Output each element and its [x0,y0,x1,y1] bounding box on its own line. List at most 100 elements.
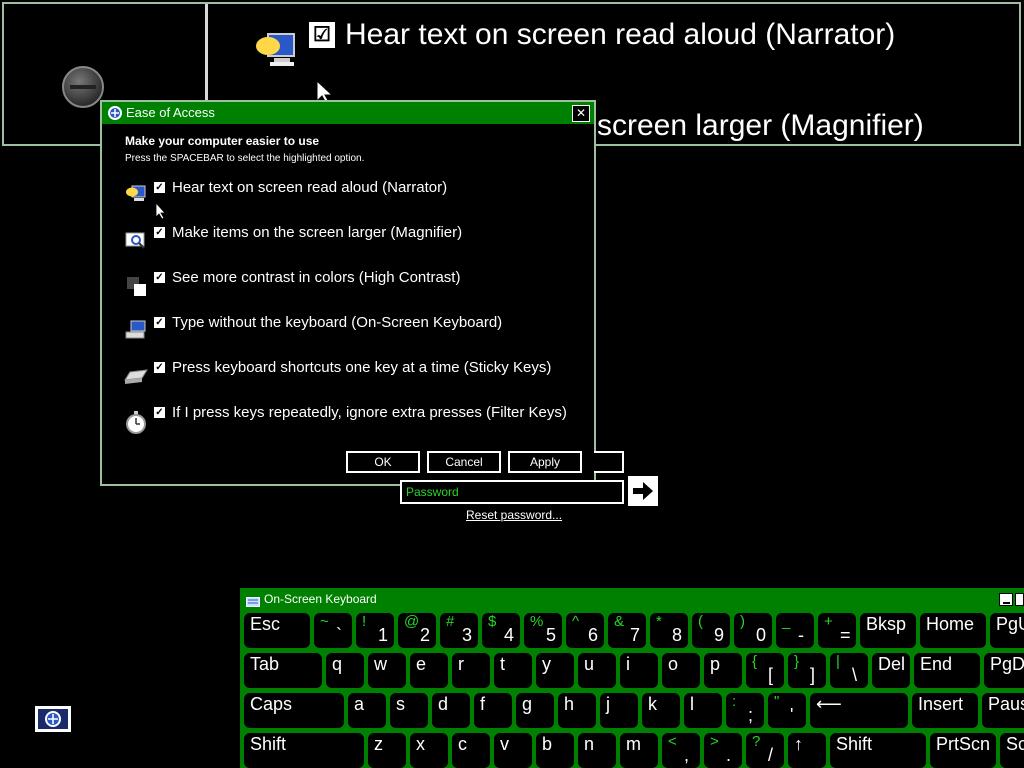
narrator-checkbox[interactable]: ✓ [154,182,165,193]
osk-titlebar[interactable]: On-Screen Keyboard [240,588,1024,610]
key-6[interactable]: ^ 6 [566,613,604,648]
key-t[interactable]: t [494,653,532,688]
key-n[interactable]: n [578,733,616,768]
key-z[interactable]: z [368,733,406,768]
key-label: k [648,694,657,714]
sticky-keys-checkbox[interactable]: ✓ [154,362,165,373]
cancel-button[interactable]: Cancel [427,451,501,473]
key-f[interactable]: f [474,693,512,728]
key-7[interactable]: & 7 [608,613,646,648]
keyboard-checkbox[interactable]: ✓ [154,317,165,328]
key-8[interactable]: * 8 [650,613,688,648]
key-shift[interactable]: Shift [830,733,926,768]
key-j[interactable]: j [600,693,638,728]
key-0[interactable]: ) 0 [734,613,772,648]
submit-arrow-button[interactable] [628,476,658,506]
reset-password-link[interactable]: Reset password... [466,508,562,522]
key-label: a [354,694,365,714]
key-label: m [626,734,641,754]
key-x[interactable]: x [410,733,448,768]
close-icon[interactable]: ✕ [572,105,590,122]
key-l[interactable]: l [684,693,722,728]
key-i[interactable]: i [620,653,658,688]
key-s[interactable]: s [390,693,428,728]
key-symbol[interactable]: _ - [776,613,814,648]
key-e[interactable]: e [410,653,448,688]
key-p[interactable]: p [704,653,742,688]
username-field[interactable] [594,451,624,473]
key-esc[interactable]: Esc [244,613,310,648]
key-pause[interactable]: Pause [982,693,1024,728]
key-2[interactable]: @2 [398,613,436,648]
option-high-contrast[interactable]: ✓ See more contrast in colors (High Cont… [122,268,582,302]
key-pgdn[interactable]: PgDn [984,653,1024,688]
key-h[interactable]: h [558,693,596,728]
magnifier-lens-button[interactable] [62,66,104,108]
key-k[interactable]: k [642,693,680,728]
key-scrlk[interactable]: ScrLk [1000,733,1024,768]
key-symbol[interactable]: " ' [768,693,806,728]
minimize-icon[interactable] [999,593,1013,606]
key-shift-label: } [794,653,800,670]
key-base-label: , [684,745,690,765]
key-q[interactable]: q [326,653,364,688]
key-symbol[interactable]: }] [788,653,826,688]
key-1[interactable]: ! 1 [356,613,394,648]
key-shift-label: : [732,693,737,710]
key-shift[interactable]: Shift [244,733,364,768]
key-symbol[interactable]: ⟵ [810,693,908,728]
ease-of-access-button[interactable] [35,706,71,732]
key-b[interactable]: b [536,733,574,768]
filter-keys-checkbox[interactable]: ✓ [154,407,165,418]
dialog-titlebar[interactable]: Ease of Access ✕ [102,102,594,124]
key-r[interactable]: r [452,653,490,688]
key-symbol[interactable]: >. [704,733,742,768]
option-magnifier[interactable]: ✓ Make items on the screen larger (Magni… [122,223,582,257]
option-narrator[interactable]: ✓ Hear text on screen read aloud (Narrat… [122,178,582,212]
key-del[interactable]: Del [872,653,910,688]
option-on-screen-keyboard[interactable]: ✓ Type without the keyboard (On-Screen K… [122,313,582,347]
key-v[interactable]: v [494,733,532,768]
key-symbol[interactable]: <, [662,733,700,768]
key-g[interactable]: g [516,693,554,728]
key-4[interactable]: $4 [482,613,520,648]
key-prtscn[interactable]: PrtScn [930,733,996,768]
key-3[interactable]: #3 [440,613,478,648]
option-filter-keys[interactable]: ✓ If I press keys repeatedly, ignore ext… [122,403,582,437]
key-symbol[interactable]: + = [818,613,856,648]
key-symbol[interactable]: ~ ` [314,613,352,648]
magnifier-checkbox[interactable]: ✓ [154,227,165,238]
key-o[interactable]: o [662,653,700,688]
ok-button[interactable]: OK [346,451,420,473]
key-9[interactable]: (9 [692,613,730,648]
key-end[interactable]: End [914,653,980,688]
apply-button[interactable]: Apply [508,451,582,473]
restore-icon[interactable] [1015,593,1024,606]
key-base-label: [ [768,665,774,685]
key-caps[interactable]: Caps [244,693,344,728]
key-shift-label: > [710,733,719,750]
key-shift-label: @ [404,613,420,630]
key-m[interactable]: m [620,733,658,768]
narrator-icon [254,28,298,72]
key-symbol[interactable]: ? / [746,733,784,768]
key-home[interactable]: Home [920,613,986,648]
key-insert[interactable]: Insert [912,693,978,728]
key-pgup[interactable]: PgUp [990,613,1024,648]
key-w[interactable]: w [368,653,406,688]
key-symbol[interactable]: ↑ [788,733,826,768]
high-contrast-checkbox[interactable]: ✓ [154,272,165,283]
password-field[interactable]: Password [400,480,624,504]
key-u[interactable]: u [578,653,616,688]
key-symbol[interactable]: | \ [830,653,868,688]
key-a[interactable]: a [348,693,386,728]
key-d[interactable]: d [432,693,470,728]
key-5[interactable]: % 5 [524,613,562,648]
key-tab[interactable]: Tab [244,653,322,688]
key-symbol[interactable]: :; [726,693,764,728]
key-bksp[interactable]: Bksp [860,613,916,648]
key-symbol[interactable]: {[ [746,653,784,688]
key-c[interactable]: c [452,733,490,768]
option-sticky-keys[interactable]: ✓ Press keyboard shortcuts one key at a … [122,358,582,392]
key-y[interactable]: y [536,653,574,688]
